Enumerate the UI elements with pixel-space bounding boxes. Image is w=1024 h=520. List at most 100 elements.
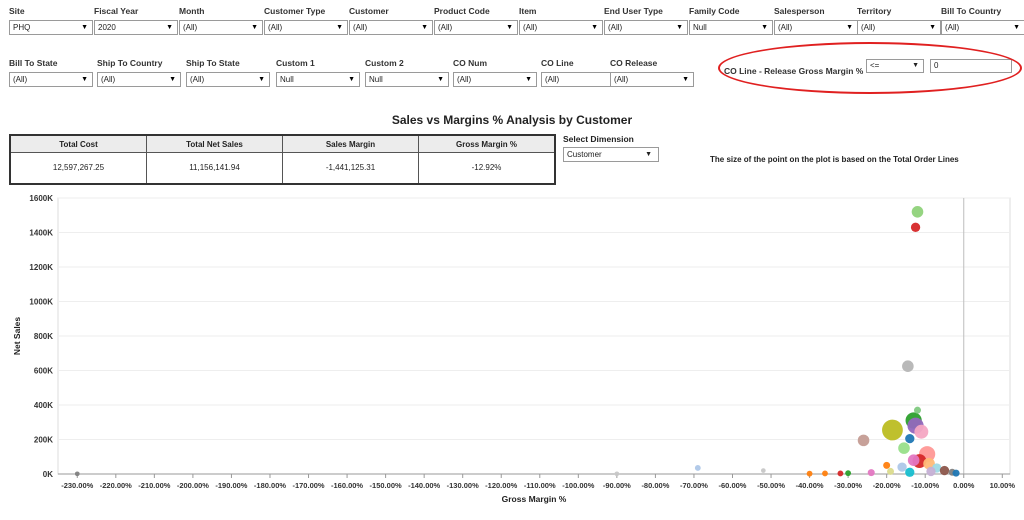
margin-value-input[interactable]: 0: [930, 59, 1012, 73]
y-tick-label: 1200K: [29, 263, 53, 272]
data-point: [914, 424, 929, 439]
filter-select-month[interactable]: (All) ▼: [179, 20, 263, 35]
data-point: [694, 465, 701, 471]
filter-label-co-release: CO Release: [610, 58, 658, 68]
filter-label-site: Site: [9, 6, 25, 16]
size-note: The size of the point on the plot is bas…: [710, 155, 959, 164]
filter-select-ship-to-country[interactable]: (All) ▼: [97, 72, 181, 87]
chevron-down-icon: ▼: [421, 24, 428, 31]
filter-label-ship-to-state: Ship To State: [186, 58, 240, 68]
filter-select-territory[interactable]: (All) ▼: [857, 20, 941, 35]
data-point: [913, 406, 921, 414]
filter-co-num: CO Num (All) ▼: [453, 57, 537, 87]
filter-label-customer: Customer: [349, 6, 389, 16]
filter-value-territory: (All): [861, 23, 876, 32]
chevron-down-icon: ▼: [348, 76, 355, 83]
y-tick-label: 800K: [34, 332, 53, 341]
filter-value-customer-type: (All): [268, 23, 283, 32]
filter-territory: Territory (All) ▼: [857, 5, 941, 35]
margin-operator-select[interactable]: <= ▼: [866, 59, 924, 73]
chevron-down-icon: ▼: [81, 24, 88, 31]
data-point: [760, 468, 766, 473]
data-point: [845, 470, 852, 477]
dimension-label: Select Dimension: [563, 134, 634, 144]
data-point: [939, 465, 950, 476]
data-point: [822, 470, 828, 477]
chevron-down-icon: ▼: [166, 24, 173, 31]
chevron-down-icon: ▼: [929, 24, 936, 31]
filter-value-ship-to-country: (All): [101, 75, 116, 84]
filter-label-customer-type: Customer Type: [264, 6, 326, 16]
filter-select-salesperson[interactable]: (All) ▼: [774, 20, 858, 35]
x-tick-label: -70.00%: [680, 481, 708, 490]
filter-value-end-user-type: (All): [608, 23, 623, 32]
chevron-down-icon: ▼: [912, 62, 919, 69]
filter-select-ship-to-state[interactable]: (All) ▼: [186, 72, 270, 87]
filter-select-customer[interactable]: (All) ▼: [349, 20, 433, 35]
x-tick-label: -60.00%: [719, 481, 747, 490]
data-point: [952, 469, 960, 477]
x-tick-label: -150.00%: [370, 481, 402, 490]
data-point: [887, 467, 895, 475]
filter-select-product-code[interactable]: (All) ▼: [434, 20, 518, 35]
filter-select-customer-type[interactable]: (All) ▼: [264, 20, 348, 35]
filter-value-customer: (All): [353, 23, 368, 32]
margin-filter-label: CO Line - Release Gross Margin %: [724, 66, 864, 76]
data-point: [857, 434, 870, 447]
filter-select-fiscal-year[interactable]: 2020 ▼: [94, 20, 178, 35]
chevron-down-icon: ▼: [251, 24, 258, 31]
data-point: [614, 471, 620, 477]
filter-select-bill-to-state[interactable]: (All) ▼: [9, 72, 93, 87]
kpi-header-row: Total Cost Total Net Sales Sales Margin …: [11, 136, 554, 153]
filter-select-end-user-type[interactable]: (All) ▼: [604, 20, 688, 35]
filter-custom-2: Custom 2 Null ▼: [365, 57, 449, 87]
filter-select-site[interactable]: PHQ ▼: [9, 20, 93, 35]
y-tick-label: 600K: [34, 367, 53, 376]
filter-value-family-code: Null: [693, 23, 707, 32]
filter-select-custom-1[interactable]: Null ▼: [276, 72, 360, 87]
filter-fiscal-year: Fiscal Year 2020 ▼: [94, 5, 178, 35]
x-tick-label: -190.00%: [215, 481, 247, 490]
filter-value-bill-to-country: (All): [945, 23, 960, 32]
filter-select-item[interactable]: (All) ▼: [519, 20, 603, 35]
chevron-down-icon: ▼: [1013, 24, 1020, 31]
filter-select-bill-to-country[interactable]: (All) ▼: [941, 20, 1024, 35]
y-tick-label: 1400K: [29, 229, 53, 238]
filter-select-co-num[interactable]: (All) ▼: [453, 72, 537, 87]
filter-label-bill-to-country: Bill To Country: [941, 6, 1002, 16]
data-point: [883, 461, 891, 469]
kpi-table: Total Cost Total Net Sales Sales Margin …: [9, 134, 556, 185]
filter-item: Item (All) ▼: [519, 5, 603, 35]
data-point: [837, 470, 844, 477]
kpi-header-total-cost: Total Cost: [11, 136, 147, 152]
filter-customer-type: Customer Type (All) ▼: [264, 5, 348, 35]
data-point: [74, 471, 80, 477]
filter-label-custom-2: Custom 2: [365, 58, 404, 68]
chevron-down-icon: ▼: [591, 24, 598, 31]
x-tick-label: 10.00%: [990, 481, 1016, 490]
x-tick-label: -20.00%: [873, 481, 901, 490]
filter-label-item: Item: [519, 6, 537, 16]
filter-label-custom-1: Custom 1: [276, 58, 315, 68]
dimension-select[interactable]: Customer ▼: [563, 147, 659, 162]
filter-select-family-code[interactable]: Null ▼: [689, 20, 773, 35]
margin-value-text: 0: [934, 61, 939, 70]
filter-ship-to-country: Ship To Country (All) ▼: [97, 57, 181, 87]
filter-label-product-code: Product Code: [434, 6, 490, 16]
y-tick-label: 1000K: [29, 298, 53, 307]
filter-value-salesperson: (All): [778, 23, 793, 32]
data-point: [902, 360, 914, 372]
kpi-header-sales-margin: Sales Margin: [283, 136, 419, 152]
chevron-down-icon: ▼: [676, 24, 683, 31]
filter-select-co-release[interactable]: (All) ▼: [610, 72, 694, 87]
x-tick-label: -90.00%: [603, 481, 631, 490]
data-point: [910, 222, 921, 232]
x-tick-label: -10.00%: [911, 481, 939, 490]
filter-select-custom-2[interactable]: Null ▼: [365, 72, 449, 87]
page-title: Sales vs Margins % Analysis by Customer: [391, 113, 633, 127]
chevron-down-icon: ▼: [258, 76, 265, 83]
filter-value-custom-2: Null: [369, 75, 383, 84]
filter-custom-1: Custom 1 Null ▼: [276, 57, 360, 87]
filter-value-ship-to-state: (All): [190, 75, 205, 84]
x-tick-label: -140.00%: [408, 481, 440, 490]
